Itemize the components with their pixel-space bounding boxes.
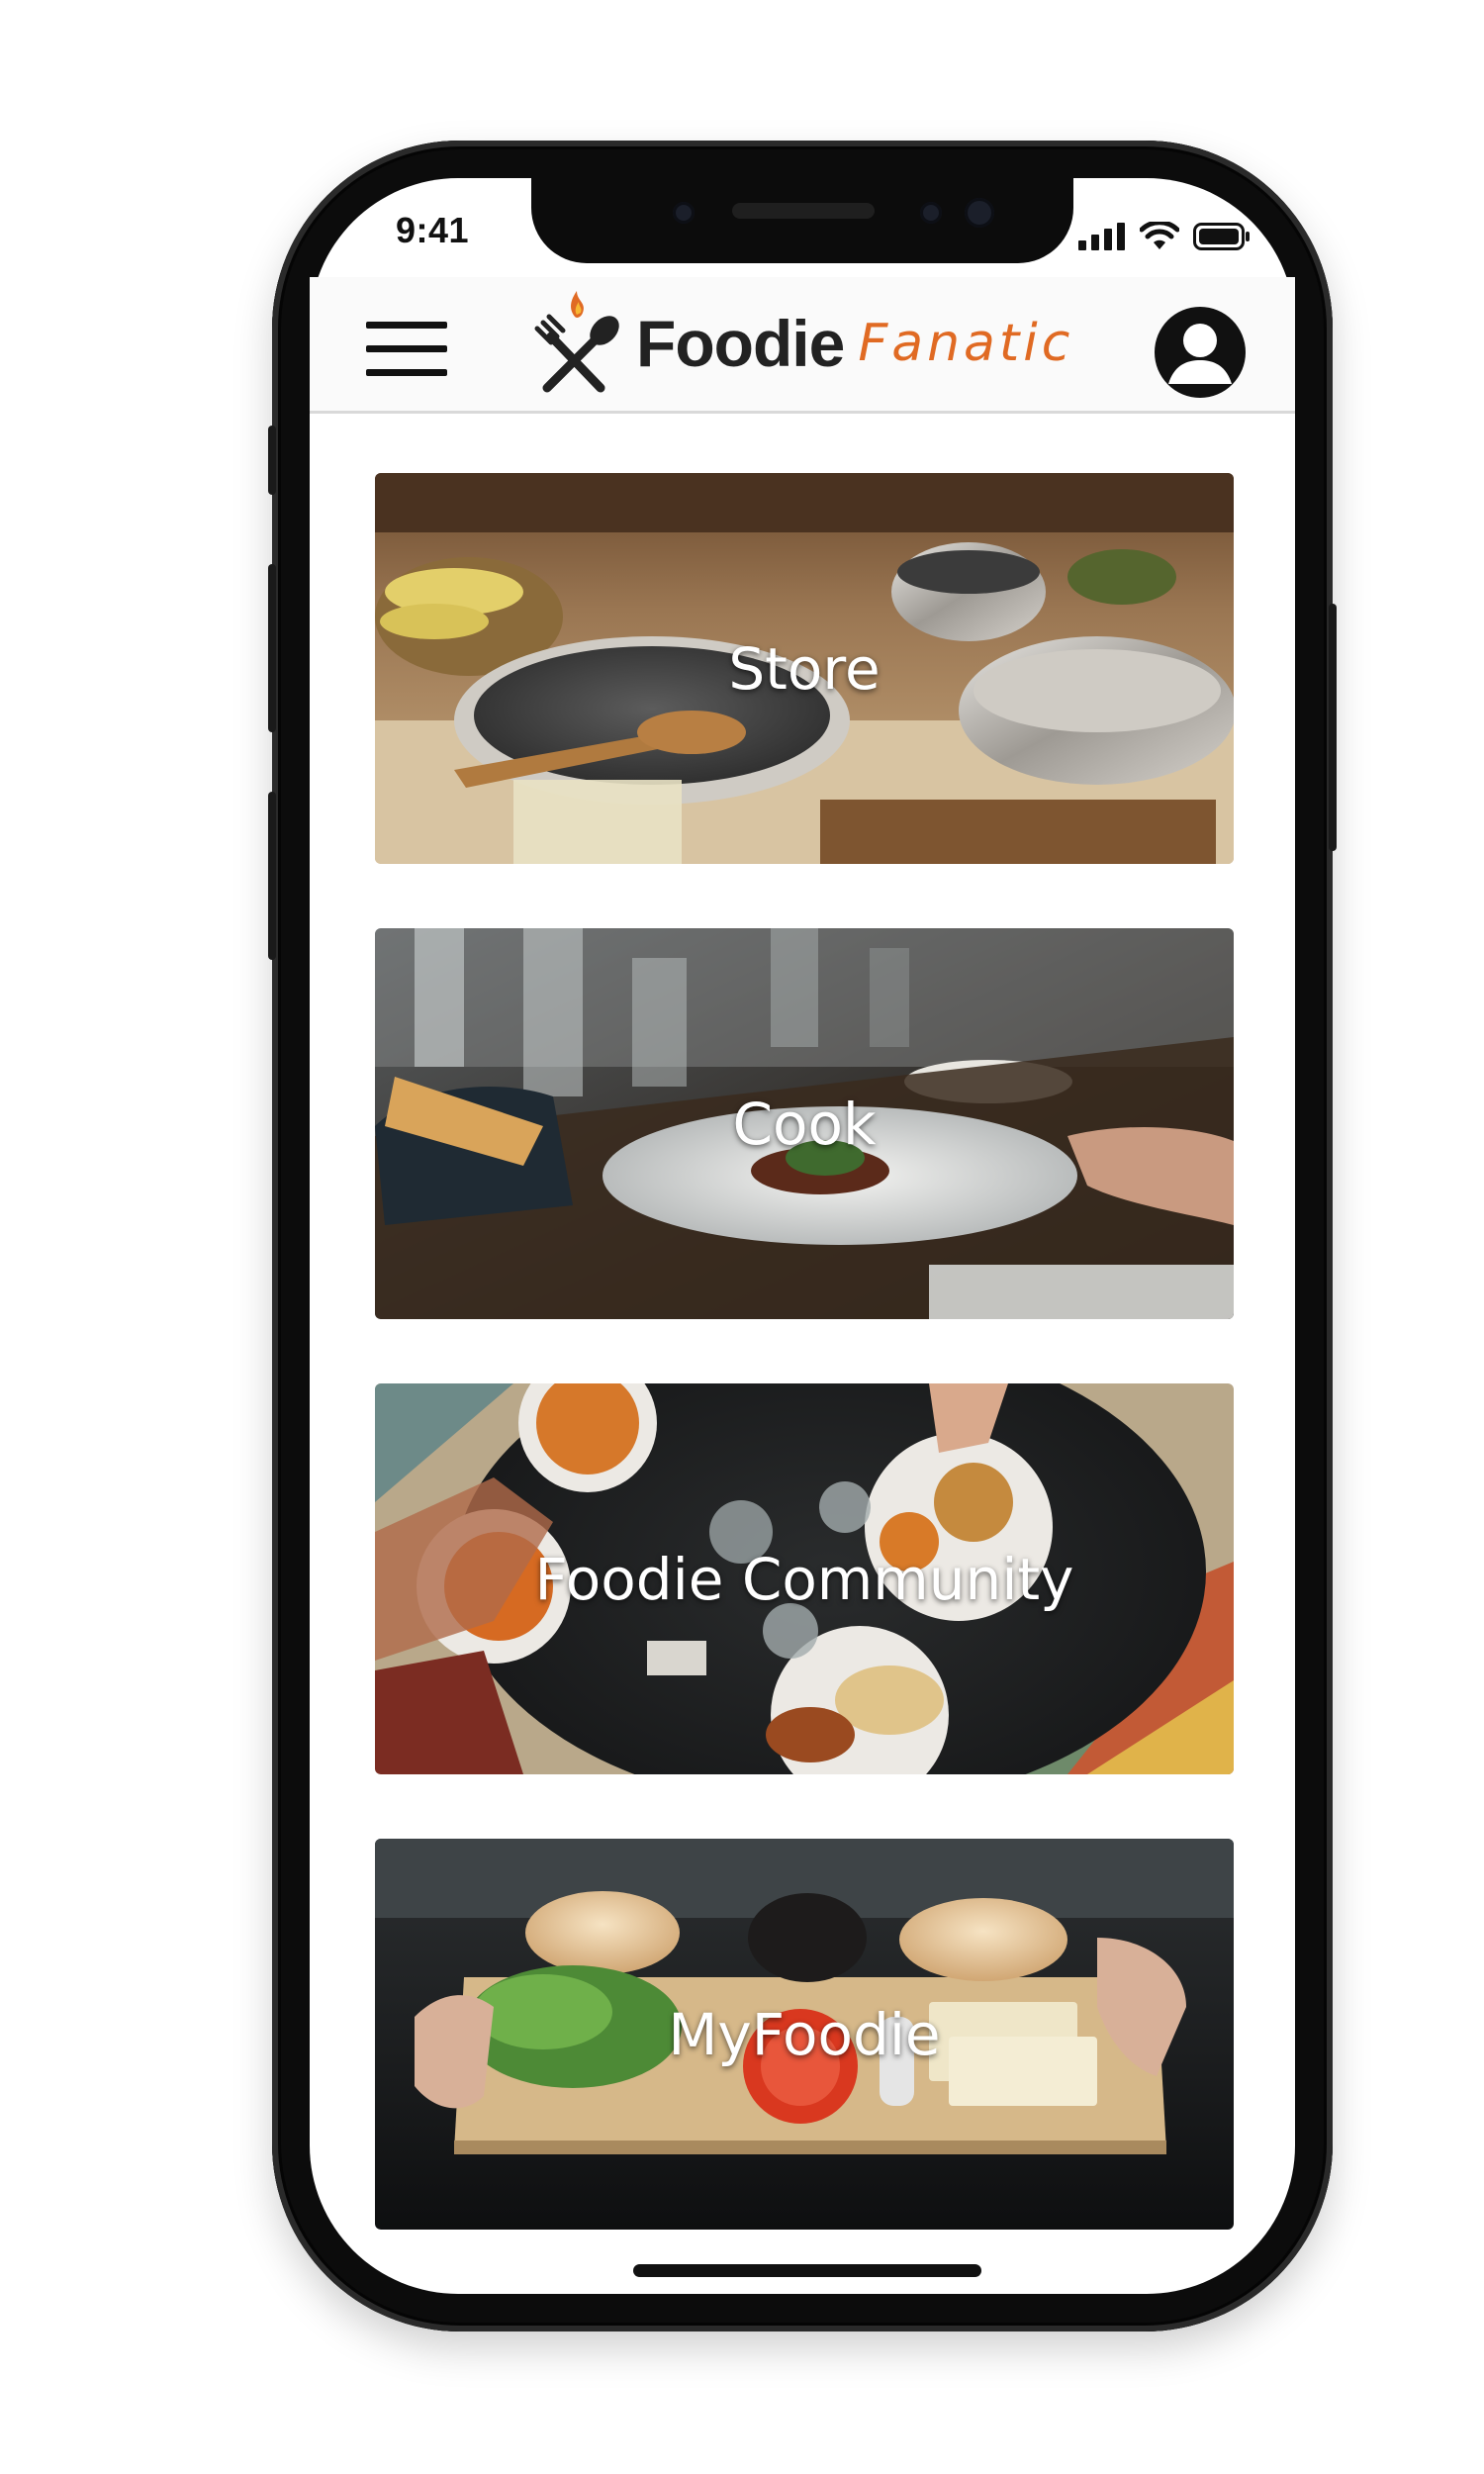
logo-word-fanatic: Fanatic xyxy=(858,314,1074,373)
face-sensor xyxy=(920,202,942,224)
card-cook[interactable]: Cook xyxy=(375,928,1234,1319)
cellular-signal-icon xyxy=(1078,223,1125,250)
user-avatar-icon[interactable] xyxy=(1155,307,1246,398)
front-camera xyxy=(673,202,695,224)
volume-down-button xyxy=(268,792,276,960)
power-button xyxy=(1329,604,1337,851)
card-label: Cook xyxy=(732,1090,877,1158)
wifi-icon xyxy=(1140,222,1179,249)
volume-up-button xyxy=(268,564,276,732)
mute-switch xyxy=(268,426,276,495)
earpiece-speaker xyxy=(732,203,875,219)
hamburger-menu-icon[interactable] xyxy=(366,322,447,379)
logo-word-foodie: Foodie xyxy=(636,307,845,380)
proximity-sensor xyxy=(965,198,994,228)
card-myfoodie[interactable]: MyFoodie xyxy=(375,1839,1234,2230)
fork-spoon-flame-icon xyxy=(534,291,619,393)
card-foodie-community[interactable]: Foodie Community xyxy=(375,1383,1234,1774)
status-time: 9:41 xyxy=(396,210,470,250)
card-label: MyFoodie xyxy=(668,2000,941,2068)
card-label: Foodie Community xyxy=(534,1545,1074,1613)
card-store[interactable]: Store xyxy=(375,473,1234,864)
status-icons xyxy=(1078,222,1251,251)
notch xyxy=(531,178,1073,263)
home-indicator[interactable] xyxy=(633,2264,981,2277)
app-logo[interactable]: Foodie Fanatic xyxy=(529,289,1073,398)
battery-icon xyxy=(1193,223,1250,250)
card-label: Store xyxy=(728,634,881,703)
